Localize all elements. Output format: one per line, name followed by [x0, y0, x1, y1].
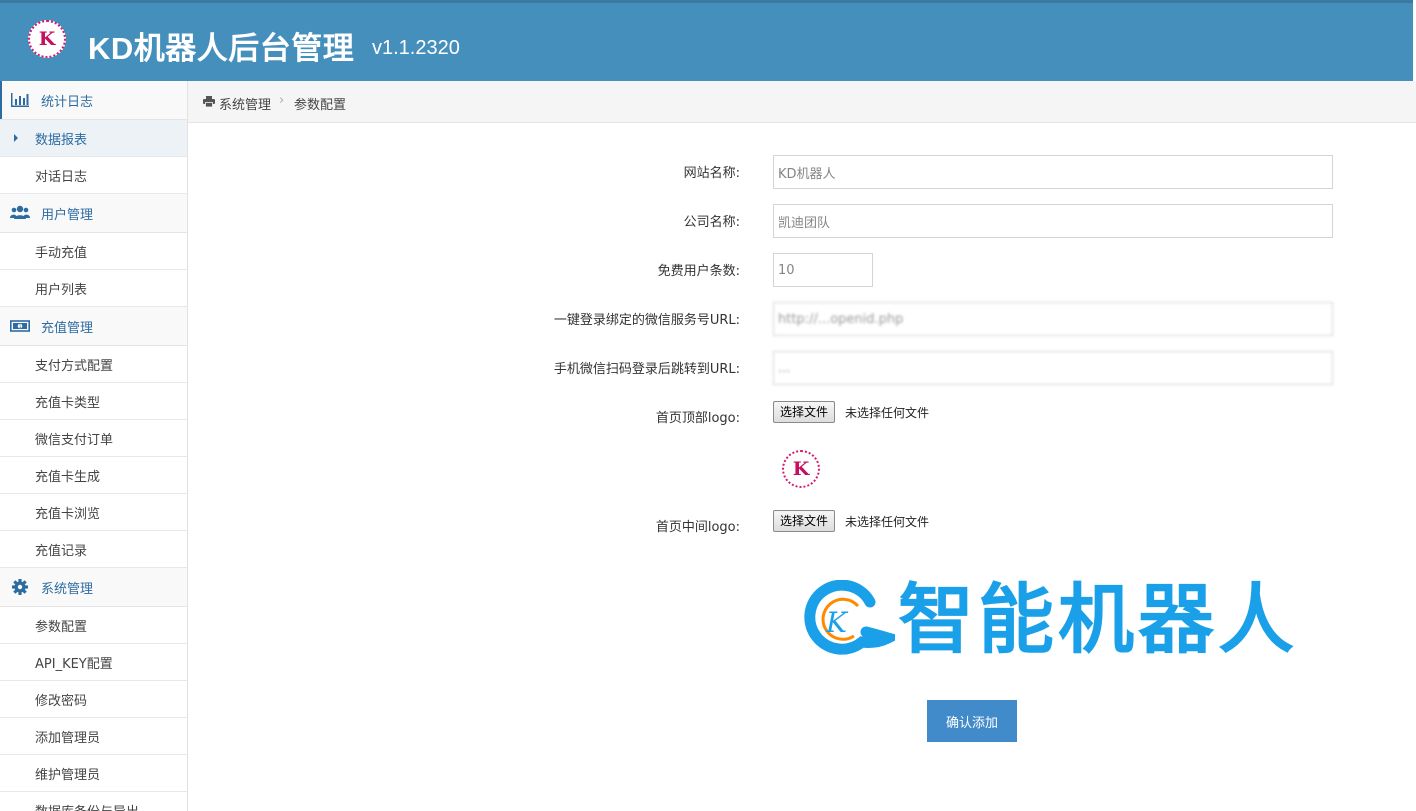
sidebar-item-label: 充值卡浏览 [35, 506, 101, 522]
app-title: KD机器人后台管理 [88, 31, 355, 66]
sidebar-group-label: 用户管理 [41, 207, 94, 223]
top-logo-file-button[interactable]: 选择文件 [773, 401, 836, 423]
wechat-login-url-label: 一键登录绑定的微信服务号URL: [553, 313, 740, 328]
top-logo-preview-icon: K [782, 450, 820, 488]
sidebar-item-label: 充值卡生成 [35, 469, 101, 485]
company-name-label: 公司名称: [683, 215, 740, 230]
bar-chart-icon [11, 93, 29, 107]
sidebar-item-label: 参数配置 [35, 619, 88, 635]
sidebar-item-label: 维护管理员 [35, 767, 101, 783]
sidebar-item-data-report[interactable]: 数据报表 [0, 120, 187, 157]
sidebar-item-label: 用户列表 [35, 282, 88, 298]
breadcrumb-level2: 参数配置 [294, 98, 347, 113]
sidebar-item-recharge-records[interactable]: 充值记录 [0, 531, 187, 568]
sidebar-item-maintain-admin[interactable]: 维护管理员 [0, 755, 187, 792]
sidebar-item-param-config[interactable]: 参数配置 [0, 607, 187, 644]
app-version: v1.1.2320 [372, 37, 460, 59]
sidebar-group-stats[interactable]: 统计日志 [0, 81, 187, 120]
free-user-count-label: 免费用户条数: [657, 264, 740, 279]
sidebar-group-label: 充值管理 [41, 320, 94, 336]
k-logo-icon: K [28, 20, 66, 58]
svg-text:1: 1 [19, 324, 22, 330]
sidebar-item-manual-recharge[interactable]: 手动充值 [0, 233, 187, 270]
sidebar-item-label: 充值记录 [35, 543, 88, 559]
sidebar-group-users[interactable]: 用户管理 [0, 194, 187, 233]
sidebar-item-payment-config[interactable]: 支付方式配置 [0, 346, 187, 383]
site-name-label: 网站名称: [683, 166, 740, 181]
middle-logo-label: 首页中间logo: [655, 520, 740, 535]
confirm-add-button[interactable]: 确认添加 [927, 700, 1017, 742]
sidebar-item-label: 充值卡类型 [35, 395, 101, 411]
sidebar-item-api-key-config[interactable]: API_KEY配置 [0, 644, 187, 681]
top-logo-file-status: 未选择任何文件 [845, 406, 930, 420]
middle-logo-preview-icon: K [804, 580, 895, 655]
gear-icon [12, 579, 28, 595]
sidebar-item-label: 对话日志 [35, 169, 88, 185]
sidebar-item-label: 支付方式配置 [35, 358, 114, 374]
site-name-input[interactable] [773, 155, 1333, 189]
wechat-login-url-input[interactable] [773, 302, 1333, 336]
sidebar-item-label: 数据报表 [35, 132, 88, 148]
sidebar-item-label: 修改密码 [35, 693, 88, 709]
sidebar-group-label: 系统管理 [41, 581, 94, 597]
breadcrumb: 系统管理 › 参数配置 [188, 81, 1416, 123]
svg-text:K: K [825, 606, 849, 639]
sidebar-group-recharge[interactable]: 1 充值管理 [0, 307, 187, 346]
free-user-count-input[interactable] [773, 253, 873, 287]
sidebar-item-chat-log[interactable]: 对话日志 [0, 157, 187, 194]
sidebar-item-label: 微信支付订单 [35, 432, 114, 448]
sidebar-item-label: API_KEY配置 [35, 656, 113, 672]
middle-logo-file-button[interactable]: 选择文件 [773, 510, 836, 532]
caret-right-icon [14, 134, 18, 142]
money-icon: 1 [10, 320, 30, 332]
sidebar-group-system[interactable]: 系统管理 [0, 568, 187, 607]
company-name-input[interactable] [773, 204, 1333, 238]
sidebar-item-card-browse[interactable]: 充值卡浏览 [0, 494, 187, 531]
sidebar-group-label: 统计日志 [41, 94, 94, 110]
sidebar-item-card-generate[interactable]: 充值卡生成 [0, 457, 187, 494]
sidebar-item-user-list[interactable]: 用户列表 [0, 270, 187, 307]
sidebar-item-label: 手动充值 [35, 245, 88, 261]
top-header: K KD机器人后台管理 v1.1.2320 [0, 0, 1413, 81]
scan-redirect-url-input[interactable] [773, 351, 1333, 385]
scan-redirect-url-label: 手机微信扫码登录后跳转到URL: [553, 362, 740, 377]
breadcrumb-separator: › [279, 93, 285, 108]
printer-icon [203, 96, 215, 107]
sidebar-item-add-admin[interactable]: 添加管理员 [0, 718, 187, 755]
users-icon [10, 205, 30, 219]
top-logo-label: 首页顶部logo: [655, 411, 740, 426]
sidebar-item-wechat-orders[interactable]: 微信支付订单 [0, 420, 187, 457]
sidebar-item-card-types[interactable]: 充值卡类型 [0, 383, 187, 420]
sidebar-item-change-password[interactable]: 修改密码 [0, 681, 187, 718]
sidebar: 统计日志 数据报表 对话日志 用户管理 手动充值 用户列表 1 充值管理 支付方… [0, 81, 188, 811]
middle-logo-preview-text: 智能机器人 [898, 575, 1298, 664]
sidebar-item-db-backup[interactable]: 数据库备份与导出 [0, 792, 187, 811]
breadcrumb-level1[interactable]: 系统管理 [219, 94, 271, 113]
sidebar-item-label: 数据库备份与导出 [35, 801, 139, 811]
sidebar-item-label: 添加管理员 [35, 730, 101, 746]
middle-logo-file-status: 未选择任何文件 [845, 515, 930, 529]
